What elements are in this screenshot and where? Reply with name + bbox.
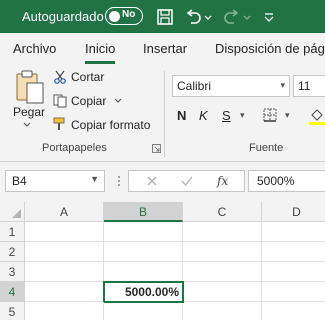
fill-color-icon[interactable] — [309, 107, 325, 125]
cell-b2[interactable] — [104, 242, 183, 262]
borders-icon[interactable] — [263, 108, 277, 122]
name-box[interactable]: B4 ▼ — [5, 170, 105, 192]
autosave-state: No — [122, 9, 136, 20]
format-painter-icon[interactable] — [53, 117, 67, 131]
splitter-handle-icon[interactable] — [117, 174, 121, 188]
borders-dropdown-icon[interactable]: ▾ — [285, 110, 290, 121]
paste-dropdown-icon[interactable] — [22, 121, 32, 129]
cell-b5[interactable] — [104, 303, 183, 320]
cell-c5[interactable] — [183, 302, 262, 320]
cell-a3[interactable] — [25, 262, 104, 282]
group-separator — [164, 71, 165, 157]
name-box-value: B4 — [12, 174, 27, 188]
cell-a1[interactable] — [25, 222, 104, 242]
cell-c1[interactable] — [183, 222, 262, 242]
cell-a4[interactable] — [25, 282, 104, 302]
cut-icon[interactable] — [53, 70, 67, 84]
cancel-icon[interactable] — [146, 175, 158, 187]
copy-icon[interactable] — [53, 94, 67, 108]
font-name-combo[interactable]: Calibri ▾ — [172, 75, 290, 97]
clipboard-group-label: Portapapeles — [42, 142, 107, 154]
tab-archivo[interactable]: Archivo — [13, 41, 56, 56]
cell-b3[interactable] — [104, 262, 183, 282]
formula-buttons: fx — [128, 170, 245, 192]
font-group-label: Fuente — [249, 142, 284, 154]
select-all-corner[interactable] — [0, 202, 25, 222]
spreadsheet-grid: A B C D 1 2 3 4 5 5000.00% — [0, 202, 325, 320]
customize-toolbar-icon[interactable] — [262, 7, 276, 27]
undo-icon[interactable] — [183, 7, 203, 27]
ribbon-tabs: Archivo Inicio Insertar Disposición de p… — [0, 33, 325, 65]
cut-label[interactable]: Cortar — [71, 70, 104, 84]
cell-d2[interactable] — [262, 242, 325, 262]
column-header-b[interactable]: B — [104, 202, 183, 222]
cell-d4[interactable] — [262, 282, 325, 302]
ribbon-home: Pegar Cortar Copiar Copiar formato Porta… — [0, 65, 325, 162]
select-all-icon — [12, 209, 21, 218]
cell-d5[interactable] — [262, 302, 325, 320]
font-size-value: 11 — [298, 79, 311, 93]
active-tab-indicator — [85, 61, 115, 64]
cell-d3[interactable] — [262, 262, 325, 282]
enter-icon[interactable] — [181, 175, 193, 187]
tab-disposicion[interactable]: Disposición de pág — [215, 41, 325, 56]
save-icon[interactable] — [155, 7, 175, 27]
title-bar: Autoguardado No — [0, 0, 325, 33]
name-box-dropdown-icon[interactable]: ▼ — [90, 174, 99, 184]
paste-icon[interactable] — [14, 69, 46, 105]
cell-c4[interactable] — [184, 282, 262, 302]
toggle-knob — [109, 10, 120, 22]
paste-label[interactable]: Pegar — [13, 105, 45, 119]
row-header-1[interactable]: 1 — [0, 222, 25, 242]
underline-dropdown-icon[interactable]: ▾ — [240, 110, 245, 121]
dialog-launcher-icon[interactable] — [152, 144, 161, 153]
undo-dropdown-icon[interactable] — [203, 7, 213, 27]
italic-button[interactable]: K — [199, 108, 208, 123]
row-header-4[interactable]: 4 — [0, 282, 25, 302]
row-header-5[interactable]: 5 — [0, 302, 25, 320]
redo-icon[interactable] — [222, 7, 242, 27]
tab-insertar[interactable]: Insertar — [143, 41, 187, 56]
font-name-value: Calibri — [177, 79, 212, 93]
row-header-3[interactable]: 3 — [0, 262, 25, 282]
redo-dropdown-icon[interactable] — [242, 7, 252, 27]
cell-c3[interactable] — [183, 262, 262, 282]
chevron-down-icon[interactable]: ▾ — [280, 80, 285, 91]
font-size-combo[interactable]: 11 — [293, 75, 325, 97]
cell-a5[interactable] — [25, 302, 104, 320]
bold-button[interactable]: N — [177, 108, 186, 123]
formula-input[interactable]: 5000% — [248, 170, 325, 192]
cell-b1[interactable] — [104, 222, 183, 242]
column-header-a[interactable]: A — [25, 202, 104, 222]
column-header-d[interactable]: D — [262, 202, 325, 222]
autosave-label: Autoguardado — [22, 9, 104, 24]
autosave-toggle[interactable]: No — [105, 7, 143, 25]
underline-button[interactable]: S — [222, 108, 231, 123]
format-painter-label[interactable]: Copiar formato — [71, 118, 150, 132]
row-header-2[interactable]: 2 — [0, 242, 25, 262]
tab-inicio[interactable]: Inicio — [85, 41, 115, 56]
cell-d1[interactable] — [262, 222, 325, 242]
copy-label[interactable]: Copiar — [71, 94, 106, 108]
column-header-c[interactable]: C — [183, 202, 262, 222]
cell-c2[interactable] — [183, 242, 262, 262]
copy-dropdown-icon[interactable] — [114, 97, 122, 105]
insert-function-button[interactable]: fx — [217, 174, 228, 188]
cell-a2[interactable] — [25, 242, 104, 262]
cell-b4[interactable]: 5000.00% — [103, 281, 184, 303]
